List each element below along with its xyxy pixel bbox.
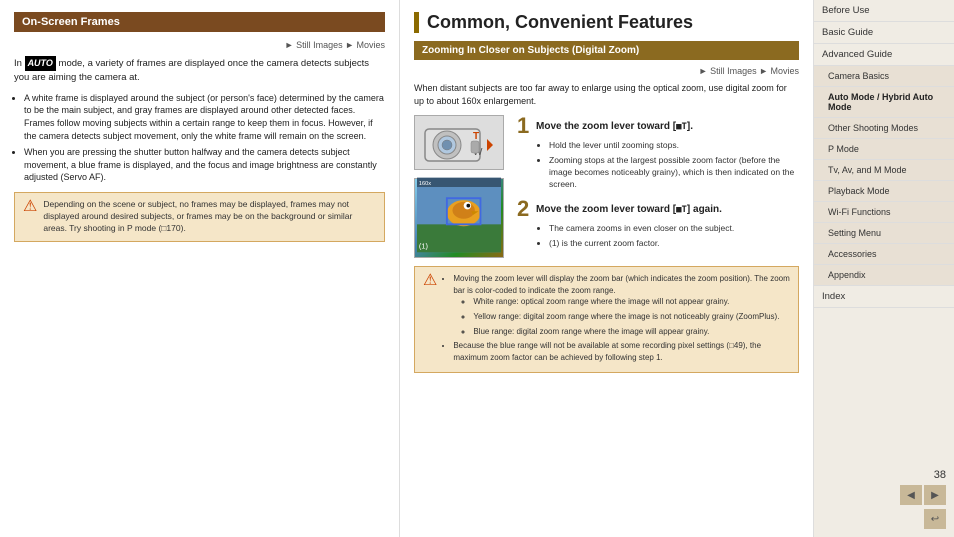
list-item: White range: optical zoom range where th… [473, 296, 790, 308]
sidebar-item-appendix[interactable]: Appendix [814, 265, 954, 286]
bird-image: (1) 160x [414, 178, 504, 258]
list-item: Zooming stops at the largest possible zo… [549, 154, 799, 191]
step-1-block: 1 Move the zoom lever toward [■T]. Hold … [517, 115, 799, 190]
svg-text:(1): (1) [419, 242, 429, 251]
sidebar-item-advanced-guide[interactable]: Advanced Guide [814, 44, 954, 66]
sidebar-item-auto-mode[interactable]: Auto Mode / Hybrid Auto Mode [814, 87, 954, 118]
sidebar-item-camera-basics[interactable]: Camera Basics [814, 66, 954, 87]
bottom-note-box: ⚠ Moving the zoom lever will display the… [414, 266, 799, 373]
bird-svg: (1) 160x [417, 175, 501, 255]
list-item: Blue range: digital zoom range where the… [473, 326, 790, 338]
next-page-button[interactable]: ▶ [924, 485, 946, 505]
step-2-bullets: The camera zooms in even closer on the s… [517, 222, 799, 249]
left-section-title: On-Screen Frames [14, 12, 385, 32]
nav-arrows: ◀ ▶ [900, 485, 946, 505]
step-2-title: Move the zoom lever toward [■T] again. [536, 198, 722, 215]
auto-badge: AUTO [25, 56, 56, 71]
sidebar-item-p-mode[interactable]: P Mode [814, 139, 954, 160]
left-panel: On-Screen Frames ► Still Images ► Movies… [0, 0, 400, 537]
sidebar-item-before-use[interactable]: Before Use [814, 0, 954, 22]
svg-text:T: T [473, 131, 479, 142]
sidebar-item-wifi[interactable]: Wi-Fi Functions [814, 202, 954, 223]
camera-diagram-image: T W [414, 115, 504, 170]
left-intro: In AUTO mode, a variety of frames are di… [14, 56, 385, 84]
right-sidebar: Before Use Basic Guide Advanced Guide Ca… [814, 0, 954, 537]
middle-panel: Common, Convenient Features Zooming In C… [400, 0, 814, 537]
left-still-movies: ► Still Images ► Movies [14, 40, 385, 50]
warning-icon: ⚠ [23, 199, 37, 235]
sub-section-title: Zooming In Closer on Subjects (Digital Z… [414, 41, 799, 60]
sidebar-item-accessories[interactable]: Accessories [814, 244, 954, 265]
left-still-movies-text: ► Still Images ► Movies [285, 40, 385, 50]
sub-bullet-list: White range: optical zoom range where th… [453, 296, 790, 337]
home-button[interactable]: ↩ [924, 509, 946, 529]
sidebar-item-other-shooting[interactable]: Other Shooting Modes [814, 118, 954, 139]
list-item: Because the blue range will not be avail… [453, 340, 790, 363]
main-title: Common, Convenient Features [414, 12, 799, 33]
list-item: (1) is the current zoom factor. [549, 237, 799, 249]
middle-still-movies: ► Still Images ► Movies [414, 66, 799, 76]
step-2-number: 2 [517, 198, 529, 220]
step-images: T W [414, 115, 509, 258]
steps-text: 1 Move the zoom lever toward [■T]. Hold … [517, 115, 799, 258]
bottom-note-list: Moving the zoom lever will display the z… [443, 273, 790, 363]
sidebar-item-playback[interactable]: Playback Mode [814, 181, 954, 202]
left-bullet-list: A white frame is displayed around the su… [14, 92, 385, 184]
bottom-note-content: Moving the zoom lever will display the z… [443, 273, 790, 366]
svg-text:160x: 160x [419, 181, 431, 187]
middle-intro: When distant subjects are too far away t… [414, 82, 799, 107]
sidebar-item-basic-guide[interactable]: Basic Guide [814, 22, 954, 44]
left-note-text: Depending on the scene or subject, no fr… [43, 199, 376, 235]
step-2-block: 2 Move the zoom lever toward [■T] again.… [517, 198, 799, 249]
sidebar-item-tv-av-m[interactable]: Tv, Av, and M Mode [814, 160, 954, 181]
list-item: When you are pressing the shutter button… [24, 146, 385, 184]
list-item: Hold the lever until zooming stops. [549, 139, 799, 151]
list-item: Moving the zoom lever will display the z… [453, 273, 790, 337]
list-item: Yellow range: digital zoom range where t… [473, 311, 790, 323]
steps-area: T W [414, 115, 799, 258]
list-item: A white frame is displayed around the su… [24, 92, 385, 142]
step-1-title: Move the zoom lever toward [■T]. [536, 115, 693, 132]
page-number: 38 [822, 469, 946, 481]
step-1-number: 1 [517, 115, 529, 137]
camera-svg: T W [415, 117, 503, 169]
sidebar-nav: Before Use Basic Guide Advanced Guide Ca… [814, 0, 954, 461]
list-item: The camera zooms in even closer on the s… [549, 222, 799, 234]
step-1-bullets: Hold the lever until zooming stops. Zoom… [517, 139, 799, 190]
warning-icon-2: ⚠ [423, 273, 437, 366]
sidebar-bottom: 38 ◀ ▶ ↩ [814, 461, 954, 537]
sidebar-item-setting-menu[interactable]: Setting Menu [814, 223, 954, 244]
prev-page-button[interactable]: ◀ [900, 485, 922, 505]
sidebar-item-index[interactable]: Index [814, 286, 954, 308]
left-note-box: ⚠ Depending on the scene or subject, no … [14, 192, 385, 242]
